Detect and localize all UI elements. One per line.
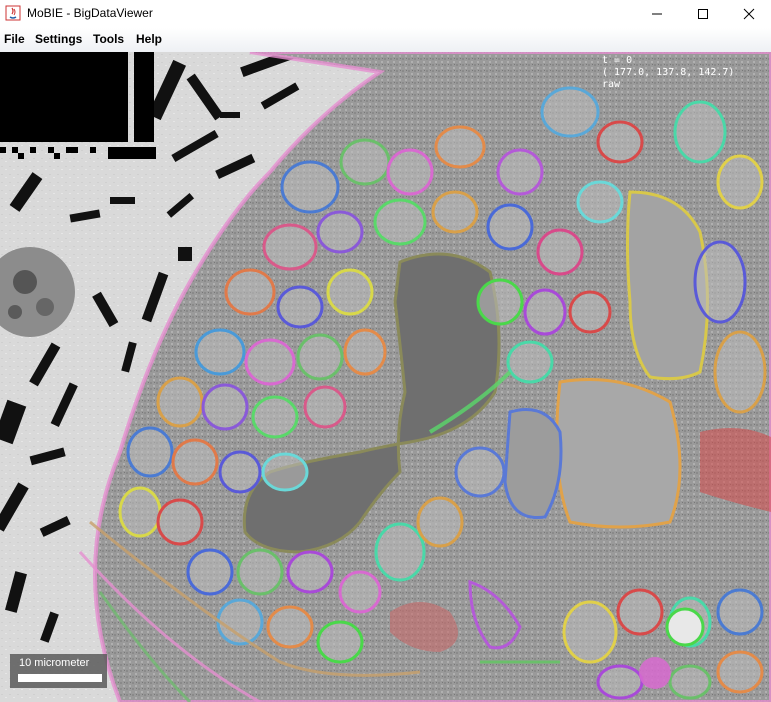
scale-bar: 10 micrometer [10, 654, 107, 688]
maximize-icon [697, 5, 709, 24]
minimize-button[interactable] [634, 0, 680, 28]
menu-settings[interactable]: Settings [35, 32, 82, 46]
java-icon [5, 5, 21, 21]
scale-bar-label: 10 micrometer [19, 657, 90, 669]
close-icon [743, 5, 755, 24]
close-button[interactable] [726, 0, 771, 28]
menu-file[interactable]: File [4, 32, 25, 46]
source-name-label: raw [602, 79, 621, 90]
maximize-button[interactable] [680, 0, 726, 28]
menu-help[interactable]: Help [136, 32, 162, 46]
window-title: MoBIE - BigDataViewer [27, 6, 153, 20]
menu-tools[interactable]: Tools [93, 32, 124, 46]
coordinates-readout: ( 177.0, 137.8, 142.7) [602, 67, 735, 78]
title-bar[interactable]: MoBIE - BigDataViewer [0, 0, 771, 28]
overview-inset [0, 52, 128, 142]
menu-bar: File Settings Tools Help [0, 28, 771, 53]
minimize-icon [651, 5, 663, 24]
segmentation-image [0, 52, 771, 702]
scale-bar-line [18, 674, 102, 682]
timepoint-label: t = 0 [602, 55, 633, 66]
image-viewer-canvas[interactable]: t = 0 ( 177.0, 137.8, 142.7) raw 10 micr… [0, 52, 771, 702]
